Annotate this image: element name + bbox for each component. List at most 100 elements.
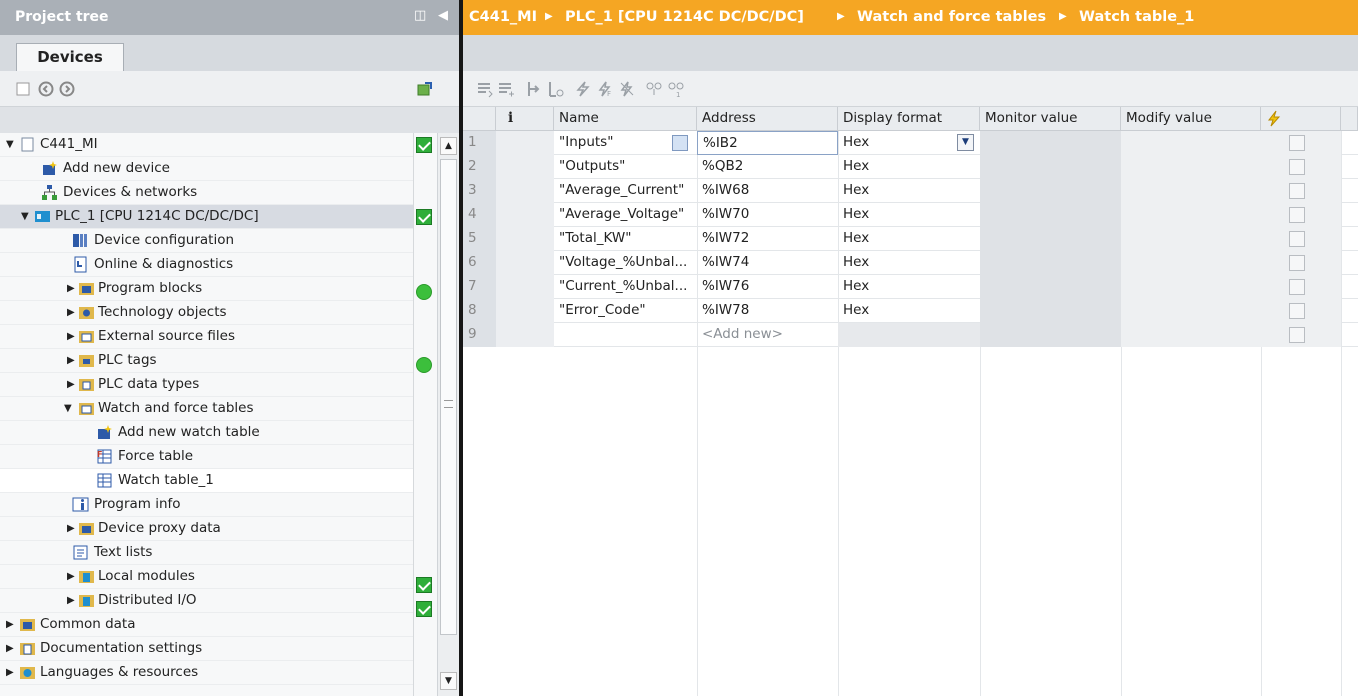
address-cell[interactable]: <Add new> bbox=[697, 323, 838, 347]
expanded-arrow-icon[interactable]: ▼ bbox=[21, 211, 29, 222]
breadcrumb-item[interactable]: PLC_1 [CPU 1214C DC/DC/DC] bbox=[565, 9, 804, 25]
tree-item-device-configuration[interactable]: Device configuration bbox=[0, 229, 413, 253]
table-row[interactable]: 2 "Outputs" %QB2 Hex bbox=[463, 155, 1358, 179]
tree-item-program-blocks[interactable]: ▶ Program blocks bbox=[0, 277, 413, 301]
monitor-all-icon[interactable] bbox=[645, 80, 663, 98]
modify-checkbox[interactable] bbox=[1289, 303, 1305, 319]
tree-item-force-table[interactable]: F Force table bbox=[0, 445, 413, 469]
monitor-once-icon[interactable]: 1 bbox=[667, 80, 685, 98]
modify-checkbox[interactable] bbox=[1289, 207, 1305, 223]
tree-item-add-new-watch-table[interactable]: Add new watch table bbox=[0, 421, 413, 445]
collapse-pane-icon[interactable]: ◀ bbox=[438, 8, 448, 23]
address-cell[interactable]: %IW70 bbox=[697, 203, 838, 227]
address-cell[interactable]: %QB2 bbox=[697, 155, 838, 179]
table-row[interactable]: 3 "Average_Current" %IW68 Hex bbox=[463, 179, 1358, 203]
tree-item-device-proxy-data[interactable]: ▶ Device proxy data bbox=[0, 517, 413, 541]
tree-item-watch-table-1[interactable]: Watch table_1 bbox=[0, 469, 413, 493]
info-column-header[interactable]: i bbox=[496, 107, 554, 131]
modify-now-icon[interactable] bbox=[526, 80, 544, 98]
display-format-cell[interactable]: Hex bbox=[838, 155, 980, 179]
scroll-down-icon[interactable]: ▼ bbox=[440, 672, 457, 690]
collapsed-arrow-icon[interactable]: ▶ bbox=[67, 523, 75, 534]
modify-value-cell[interactable] bbox=[1121, 299, 1261, 323]
add-row-icon[interactable] bbox=[497, 80, 515, 98]
display-format-cell[interactable]: Hex bbox=[838, 179, 980, 203]
collapsed-arrow-icon[interactable]: ▶ bbox=[67, 571, 75, 582]
display-format-cell[interactable]: Hex bbox=[838, 275, 980, 299]
tree-item-technology-objects[interactable]: ▶ Technology objects bbox=[0, 301, 413, 325]
display-format-cell[interactable]: Hex bbox=[838, 203, 980, 227]
new-project-icon[interactable] bbox=[15, 80, 33, 98]
tree-item-watch-force-tables[interactable]: ▼ Watch and force tables bbox=[0, 397, 413, 421]
modify-checkbox[interactable] bbox=[1289, 183, 1305, 199]
name-cell[interactable]: "Average_Current" bbox=[554, 179, 697, 203]
tree-item-plc-tags[interactable]: ▶ PLC tags bbox=[0, 349, 413, 373]
name-cell[interactable]: "Total_KW" bbox=[554, 227, 697, 251]
modify-value-cell[interactable] bbox=[1121, 179, 1261, 203]
collapsed-arrow-icon[interactable]: ▶ bbox=[6, 619, 14, 630]
modify-value-cell[interactable] bbox=[1121, 203, 1261, 227]
force-icon[interactable] bbox=[574, 80, 592, 98]
display-format-column-header[interactable]: Display format bbox=[838, 107, 980, 131]
table-row[interactable]: 8 "Error_Code" %IW78 Hex bbox=[463, 299, 1358, 323]
tree-item-plc[interactable]: ▼ PLC_1 [CPU 1214C DC/DC/DC] bbox=[0, 205, 413, 229]
tree-item-program-info[interactable]: Program info bbox=[0, 493, 413, 517]
collapsed-arrow-icon[interactable]: ▶ bbox=[6, 667, 14, 678]
tree-item-documentation-settings[interactable]: ▶ Documentation settings bbox=[0, 637, 413, 661]
table-row[interactable]: 7 "Current_%Unbal... %IW76 Hex bbox=[463, 275, 1358, 299]
expanded-arrow-icon[interactable]: ▼ bbox=[6, 139, 14, 150]
modify-checkbox[interactable] bbox=[1289, 135, 1305, 151]
name-cell[interactable]: "Voltage_%Unbal... bbox=[554, 251, 697, 275]
collapsed-arrow-icon[interactable]: ▶ bbox=[67, 355, 75, 366]
table-row[interactable]: 1 "Inputs" %IB2 Hex ▼ bbox=[463, 131, 1358, 155]
tree-scrollbar[interactable]: ▲ ▼ bbox=[437, 133, 459, 696]
breadcrumb-item[interactable]: Watch and force tables bbox=[857, 9, 1046, 25]
force-column-header[interactable] bbox=[1261, 107, 1341, 131]
expanded-arrow-icon[interactable]: ▼ bbox=[64, 403, 72, 414]
modify-value-column-header[interactable]: Modify value bbox=[1121, 107, 1261, 131]
address-cell[interactable]: %IB2 bbox=[697, 131, 838, 155]
modify-checkbox[interactable] bbox=[1289, 327, 1305, 343]
tree-item-devices-networks[interactable]: Devices & networks bbox=[0, 181, 413, 205]
tree-item-text-lists[interactable]: Text lists bbox=[0, 541, 413, 565]
address-cell[interactable]: %IW76 bbox=[697, 275, 838, 299]
modify-checkbox[interactable] bbox=[1289, 159, 1305, 175]
collapsed-arrow-icon[interactable]: ▶ bbox=[67, 331, 75, 342]
modify-value-cell[interactable] bbox=[1121, 155, 1261, 179]
modify-value-cell[interactable] bbox=[1121, 275, 1261, 299]
collapsed-arrow-icon[interactable]: ▶ bbox=[67, 379, 75, 390]
tree-item-project[interactable]: ▼ C441_MI bbox=[0, 133, 413, 157]
address-cell[interactable]: %IW74 bbox=[697, 251, 838, 275]
scroll-up-icon[interactable]: ▲ bbox=[440, 137, 457, 155]
name-cell[interactable]: "Average_Voltage" bbox=[554, 203, 697, 227]
name-cell[interactable] bbox=[554, 323, 697, 347]
display-format-dropdown-icon[interactable]: ▼ bbox=[957, 134, 974, 151]
display-format-cell[interactable]: Hex bbox=[838, 299, 980, 323]
table-row[interactable]: 4 "Average_Voltage" %IW70 Hex bbox=[463, 203, 1358, 227]
name-cell[interactable]: "Error_Code" bbox=[554, 299, 697, 323]
table-row[interactable]: 9 <Add new> bbox=[463, 323, 1358, 347]
name-cell[interactable]: "Current_%Unbal... bbox=[554, 275, 697, 299]
stop-forcing-icon[interactable] bbox=[618, 80, 636, 98]
breadcrumb-item[interactable]: C441_MI bbox=[469, 9, 537, 25]
monitor-value-column-header[interactable]: Monitor value bbox=[980, 107, 1121, 131]
tree-item-online-diagnostics[interactable]: Online & diagnostics bbox=[0, 253, 413, 277]
tree-item-external-source-files[interactable]: ▶ External source files bbox=[0, 325, 413, 349]
modify-checkbox[interactable] bbox=[1289, 279, 1305, 295]
tree-item-local-modules[interactable]: ▶ Local modules bbox=[0, 565, 413, 589]
table-row[interactable]: 5 "Total_KW" %IW72 Hex bbox=[463, 227, 1358, 251]
collapsed-arrow-icon[interactable]: ▶ bbox=[67, 595, 75, 606]
scrollbar-thumb[interactable] bbox=[440, 159, 457, 635]
modify-value-cell[interactable] bbox=[1121, 227, 1261, 251]
collapsed-arrow-icon[interactable]: ▶ bbox=[6, 643, 14, 654]
modify-checkbox[interactable] bbox=[1289, 255, 1305, 271]
name-cell[interactable]: "Outputs" bbox=[554, 155, 697, 179]
tree-item-add-new-device[interactable]: Add new device bbox=[0, 157, 413, 181]
tree-item-languages-resources[interactable]: ▶ Languages & resources bbox=[0, 661, 413, 685]
back-icon[interactable] bbox=[37, 80, 55, 98]
collapsed-arrow-icon[interactable]: ▶ bbox=[67, 307, 75, 318]
table-row[interactable]: 6 "Voltage_%Unbal... %IW74 Hex bbox=[463, 251, 1358, 275]
insert-row-icon[interactable] bbox=[476, 80, 494, 98]
go-online-icon[interactable] bbox=[416, 80, 434, 98]
pane-layout-icon[interactable]: ◫ bbox=[414, 8, 426, 23]
